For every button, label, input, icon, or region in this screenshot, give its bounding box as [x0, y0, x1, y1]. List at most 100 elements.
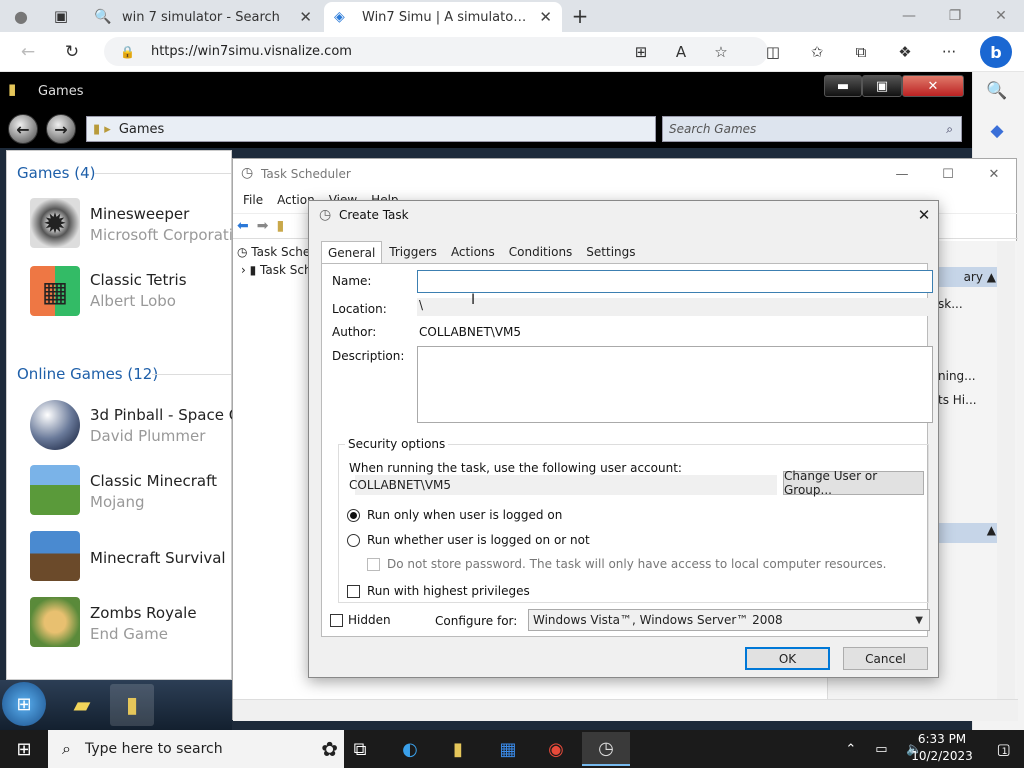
online-games-section-header: Online Games (12)	[17, 365, 159, 383]
task-name-input[interactable]	[417, 270, 933, 293]
run-logged-on-label[interactable]: Run only when user is logged on	[367, 508, 562, 522]
ts-scrollbar[interactable]	[997, 241, 1015, 701]
tab-settings[interactable]: Settings	[579, 241, 642, 263]
lock-icon: 🔒	[120, 44, 135, 59]
search-games-input[interactable]: Search Games ⌕	[662, 116, 962, 142]
tetris-icon[interactable]: ▦	[30, 266, 80, 316]
windows-start-icon[interactable]: ⊞	[0, 730, 48, 768]
minecraft-survival-icon[interactable]	[30, 531, 80, 581]
explorer-taskbar-icon[interactable]: ▮	[110, 684, 154, 726]
text-cursor-icon: I	[471, 292, 476, 308]
run-whether-radio[interactable]	[347, 534, 360, 547]
tab-actions[interactable]: Actions	[444, 241, 502, 263]
tab-actions-icon[interactable]: ▣	[50, 6, 72, 26]
change-user-button[interactable]: Change User or Group...	[783, 469, 924, 497]
win7-start-orb[interactable]: ⊞	[2, 682, 46, 726]
configure-for-select[interactable]: Windows Vista™, Windows Server™ 2008 ▼	[528, 609, 930, 631]
action-item[interactable]: sk...	[938, 297, 963, 311]
profile-avatar-icon[interactable]: ●	[8, 4, 34, 28]
split-screen-icon[interactable]: ◫	[760, 40, 786, 64]
app-available-icon[interactable]: ⊞	[628, 40, 654, 64]
close-tab-icon[interactable]: ✕	[299, 8, 312, 26]
no-store-password-checkbox[interactable]	[367, 558, 380, 571]
file-explorer-icon[interactable]: ▮	[434, 732, 482, 766]
notification-count: 1	[1001, 747, 1008, 757]
pinball-icon[interactable]	[30, 400, 80, 450]
refresh-icon[interactable]: ↻	[58, 40, 86, 64]
shopping-sidebar-icon[interactable]: ◆	[984, 118, 1010, 144]
tab-triggers[interactable]: Triggers	[382, 241, 444, 263]
hidden-checkbox[interactable]	[330, 614, 343, 627]
taskbar-search-box[interactable]: ⌕ Type here to search ✿	[48, 730, 344, 768]
breadcrumb[interactable]: ▮ ▸ Games	[86, 116, 656, 142]
cancel-button[interactable]: Cancel	[843, 647, 928, 670]
classic-minecraft-icon[interactable]	[30, 465, 80, 515]
game-name[interactable]: Classic Minecraft	[90, 472, 217, 490]
close-window-icon[interactable]: ✕	[978, 4, 1024, 28]
section-collapse-icon[interactable]: ▲	[936, 523, 1000, 543]
tab-conditions[interactable]: Conditions	[502, 241, 580, 263]
task-view-icon[interactable]: ⧉	[336, 732, 384, 766]
read-aloud-icon[interactable]: A	[668, 40, 694, 64]
forward-arrow-icon[interactable]: ➡	[257, 218, 269, 234]
search-sidebar-icon[interactable]: 🔍	[984, 78, 1010, 104]
game-name[interactable]: Minesweeper	[90, 205, 189, 223]
win7-favicon-icon: ◈	[334, 9, 345, 25]
more-menu-icon[interactable]: ···	[936, 40, 962, 64]
ts-close-icon[interactable]: ✕	[979, 165, 1009, 183]
menu-file[interactable]: File	[243, 193, 263, 207]
notification-icon[interactable]: ▢ 1	[980, 730, 1024, 768]
task-scheduler-taskbar-icon[interactable]: ◷	[582, 732, 630, 766]
hidden-label[interactable]: Hidden	[348, 613, 391, 627]
run-logged-on-radio[interactable]	[347, 509, 360, 522]
game-name[interactable]: Minecraft Survival	[90, 549, 226, 567]
sticky-notes-taskbar-icon[interactable]: ▰	[60, 684, 104, 726]
edge-taskbar-icon[interactable]: ◐	[386, 732, 434, 766]
tree-library[interactable]: › ▮ Task Scheduler Library	[241, 263, 313, 277]
description-input[interactable]	[417, 346, 933, 423]
action-item[interactable]: ning...	[938, 369, 976, 383]
win7-back-icon[interactable]: ←	[8, 114, 38, 144]
run-whether-label[interactable]: Run whether user is logged on or not	[367, 533, 590, 547]
zombs-royale-icon[interactable]	[30, 597, 80, 647]
close-tab-icon[interactable]: ✕	[539, 8, 552, 26]
chevron-up-icon[interactable]: ⌃	[845, 742, 856, 757]
win7-close-button[interactable]: ✕	[902, 75, 964, 97]
favorites-icon[interactable]: ✩	[804, 40, 830, 64]
tab-general[interactable]: General	[321, 241, 383, 263]
url-text: https://win7simu.visnalize.com	[150, 44, 352, 59]
back-arrow-icon[interactable]: ⬅	[237, 218, 249, 234]
action-item[interactable]: ts Hi...	[938, 393, 977, 407]
ok-button[interactable]: OK	[745, 647, 830, 670]
game-name[interactable]: Zombs Royale	[90, 604, 197, 622]
dialog-close-icon[interactable]: ✕	[913, 205, 935, 225]
minimize-icon[interactable]: —	[886, 4, 932, 28]
new-tab-icon[interactable]: +	[568, 4, 592, 28]
browser-tab-search[interactable]: 🔍 win 7 simulator - Search ✕	[84, 2, 322, 32]
chrome-icon[interactable]: ◉	[532, 732, 580, 766]
minesweeper-icon[interactable]: ✹	[30, 198, 80, 248]
folder-up-icon[interactable]: ▮	[276, 218, 284, 234]
actions-header-label: ary	[963, 270, 983, 284]
game-publisher: Albert Lobo	[90, 292, 176, 310]
highest-privileges-label[interactable]: Run with highest privileges	[367, 584, 530, 598]
store-icon[interactable]: ▦	[484, 732, 532, 766]
browser-tab-win7simu[interactable]: ◈ Win7 Simu | A simulator of Windows 7 ✕	[324, 2, 562, 32]
collections-icon[interactable]: ⧉	[848, 40, 874, 64]
restore-icon[interactable]: ❐	[932, 4, 978, 28]
win7-maximize-button[interactable]: ▣	[862, 75, 902, 97]
network-icon[interactable]: ▭	[875, 742, 887, 757]
highest-privileges-checkbox[interactable]	[347, 585, 360, 598]
game-name[interactable]: Classic Tetris	[90, 271, 187, 289]
ts-maximize-icon[interactable]: ☐	[933, 165, 963, 183]
author-label: Author:	[332, 325, 377, 339]
bing-copilot-icon[interactable]: b	[980, 36, 1012, 68]
extensions-icon[interactable]: ❖	[892, 40, 918, 64]
win7-forward-icon[interactable]: →	[46, 114, 76, 144]
favorite-star-icon[interactable]: ☆	[708, 40, 734, 64]
ts-minimize-icon[interactable]: —	[887, 165, 917, 183]
back-icon[interactable]: ←	[14, 40, 42, 64]
win7-minimize-button[interactable]: ▬	[824, 75, 862, 97]
taskbar-clock[interactable]: 6:33 PM 10/2/2023	[910, 731, 974, 767]
tree-root[interactable]: ◷ Task Scheduler (Local)	[237, 245, 313, 259]
